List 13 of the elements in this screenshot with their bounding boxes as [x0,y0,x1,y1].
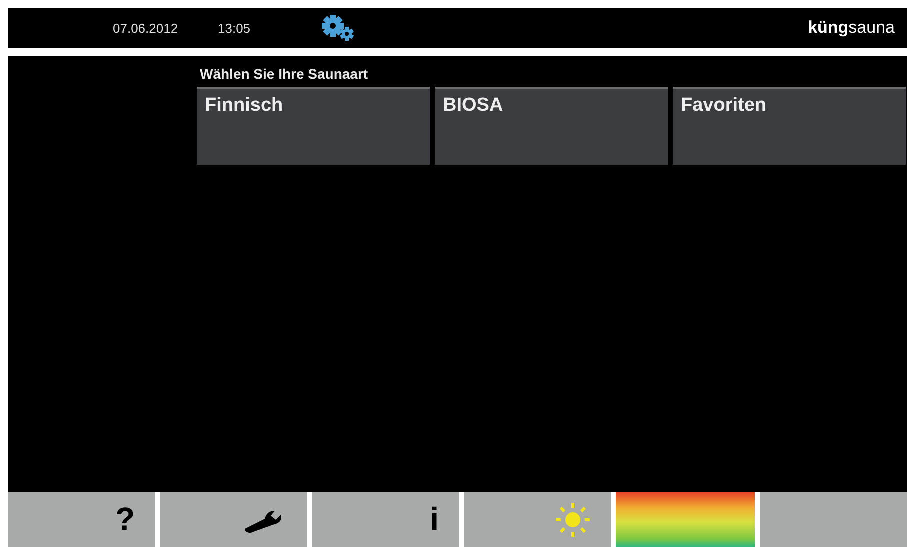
logo: küngsauna [808,18,895,38]
sauna-type-button[interactable]: Finnisch [197,87,430,165]
gears-icon [320,14,354,42]
date: 07.06.2012 [113,20,180,36]
toolbar-button[interactable]: ? [8,492,155,547]
color-button[interactable] [616,492,755,547]
prompt-text: Wählen Sie Ihre Saunaart [200,66,370,84]
sun-icon [555,502,591,538]
toolbar-button[interactable] [160,492,307,547]
sauna-type-button[interactable]: Favoriten [673,87,906,165]
sauna-type-button[interactable]: BIOSA [435,87,668,165]
toolbar-button[interactable]: i [312,492,459,547]
time: 13:05 [218,20,252,36]
